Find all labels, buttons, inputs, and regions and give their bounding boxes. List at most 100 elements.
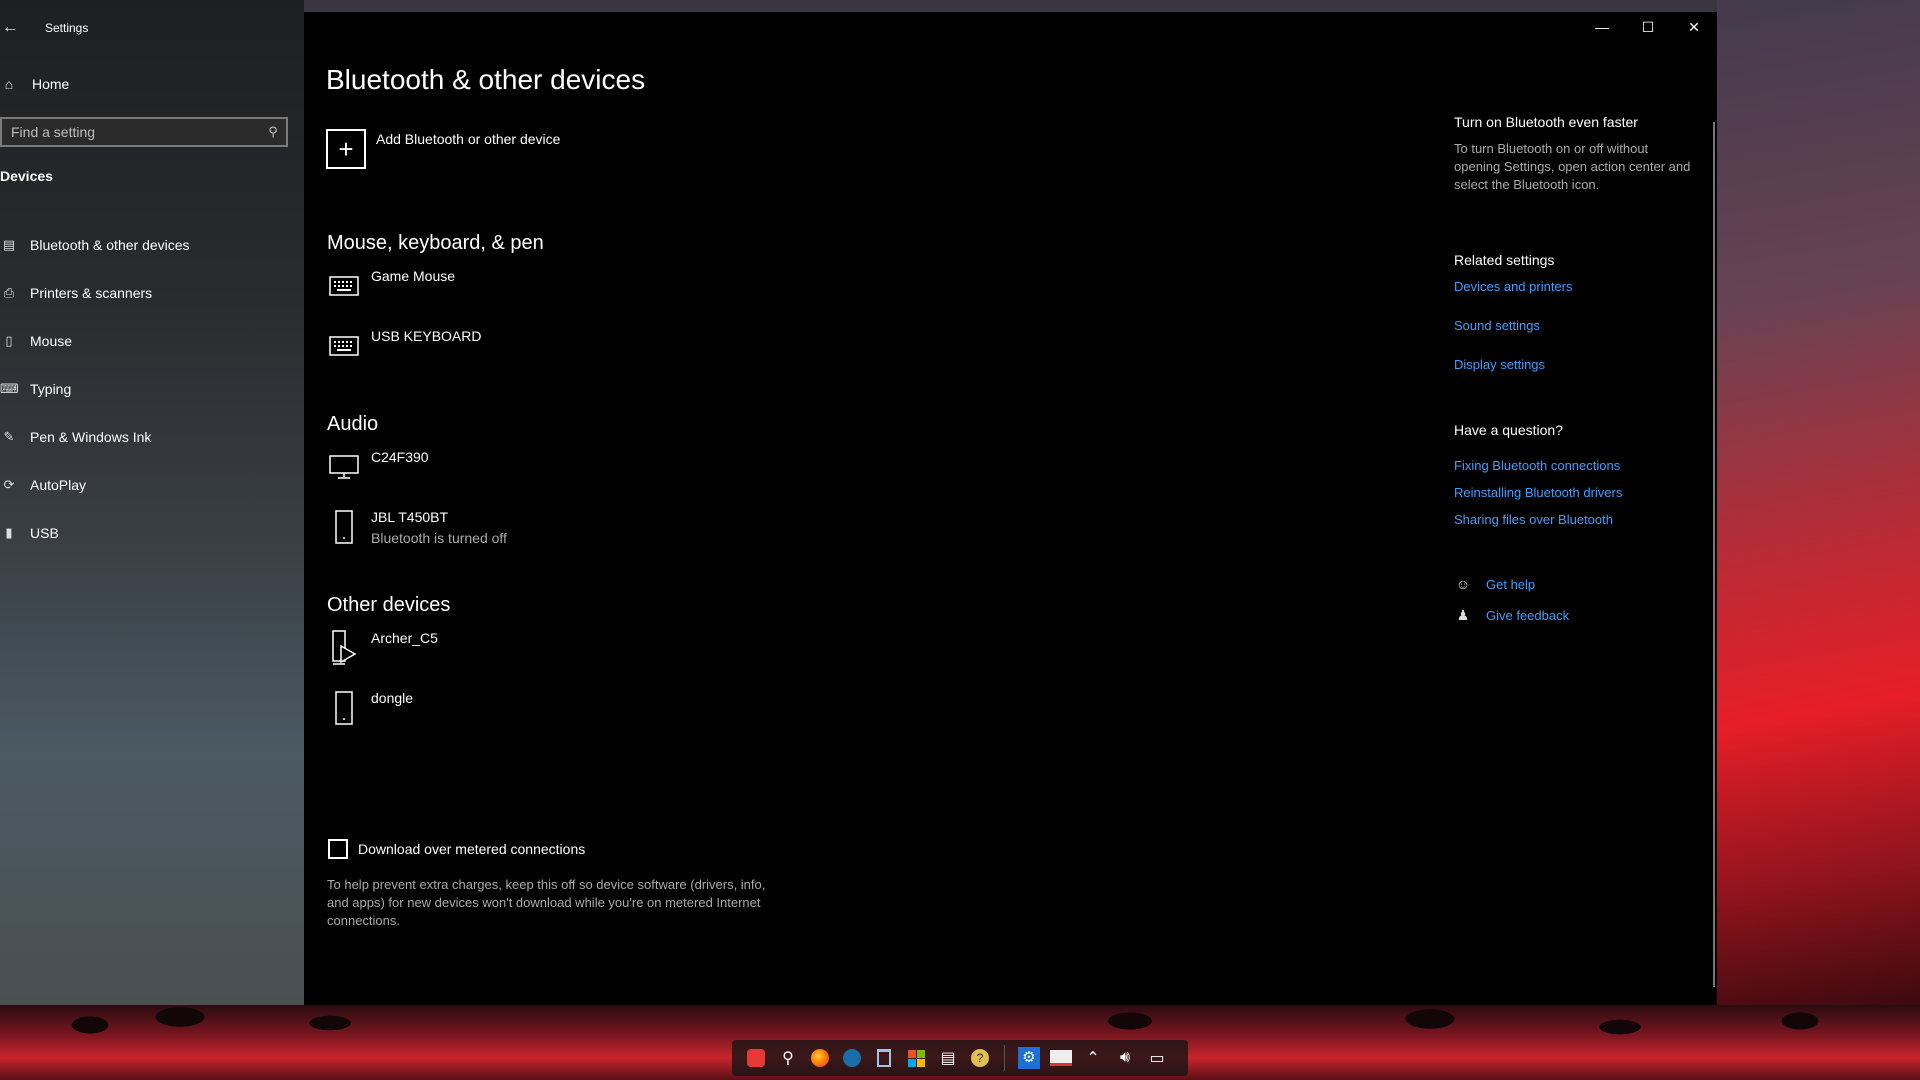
group-title-audio: Audio [327, 413, 379, 435]
home-icon: ⌂ [4, 76, 14, 92]
minimize-icon[interactable]: — [1579, 12, 1625, 42]
add-device-button[interactable]: + Add Bluetooth or other device [326, 129, 560, 169]
pen-icon: ✎ [3, 429, 15, 444]
keyboard-icon: ⌨ [0, 381, 19, 396]
sidebar-item-label: USB [30, 525, 59, 541]
sidebar-item-label: Bluetooth & other devices [30, 237, 190, 253]
sidebar-item-label: Typing [30, 381, 72, 397]
autoplay-icon: ⟳ [3, 477, 15, 492]
help-icon[interactable]: ? [964, 1042, 996, 1074]
home-nav[interactable]: ⌂ Home [0, 71, 70, 97]
metered-description: To help prevent extra charges, keep this… [327, 877, 766, 928]
settings-sidebar: ← Settings ⌂ Home ⚲ Devices ▤ Bluetooth … [0, 0, 304, 1005]
media-device-icon [326, 630, 362, 666]
phone-icon [326, 690, 362, 726]
usb-icon: ▮ [5, 525, 13, 540]
settings-icon[interactable]: ⚙ [1013, 1042, 1045, 1074]
device-jbl-t450bt[interactable]: JBL T450BT Bluetooth is turned off [326, 509, 507, 546]
sidebar-item-label: AutoPlay [30, 477, 87, 493]
action-center-icon[interactable]: ▭ [1141, 1042, 1173, 1074]
home-label: Home [32, 76, 70, 92]
metered-checkbox[interactable] [328, 839, 348, 859]
device-name: Archer_C5 [371, 630, 438, 646]
printer-icon: ⎙ [3, 285, 15, 300]
link-display-settings[interactable]: Display settings [1454, 357, 1545, 372]
app-title: Settings [45, 21, 89, 35]
maximize-icon[interactable]: ☐ [1625, 12, 1671, 42]
scrollbar[interactable] [1713, 122, 1715, 987]
link-fixing-bluetooth[interactable]: Fixing Bluetooth connections [1454, 458, 1620, 473]
search-input[interactable] [2, 124, 260, 140]
phone-icon [326, 509, 362, 545]
get-help-link[interactable]: Get help [1486, 577, 1535, 592]
taskbar: ⚲ ▤ ? ⚙ ⌃ 🔊︎ ▭ [732, 1040, 1188, 1076]
volume-icon[interactable]: 🔊︎ [1109, 1042, 1141, 1074]
window-icon[interactable] [1045, 1042, 1077, 1074]
sidebar-item-mouse[interactable]: ▯ Mouse [0, 317, 304, 365]
link-reinstalling-drivers[interactable]: Reinstalling Bluetooth drivers [1454, 485, 1622, 500]
give-feedback-row[interactable]: ♟ Give feedback [1454, 607, 1569, 624]
sidebar-item-label: Mouse [30, 333, 73, 349]
search-box[interactable]: ⚲ [0, 117, 288, 147]
device-archer-c5[interactable]: Archer_C5 [326, 630, 438, 666]
sidebar-item-bluetooth[interactable]: ▤ Bluetooth & other devices [0, 221, 304, 269]
device-name: C24F390 [371, 449, 429, 465]
faster-title: Turn on Bluetooth even faster [1454, 114, 1638, 130]
faster-text: To turn Bluetooth on or off without open… [1454, 141, 1691, 192]
wallpaper-right [1717, 0, 1920, 1005]
page-title: Bluetooth & other devices [326, 64, 646, 95]
bluetooth-icon: ▤ [2, 237, 16, 252]
title-row: ← Settings [0, 14, 304, 42]
device-c24f390[interactable]: C24F390 [326, 449, 429, 485]
monitor-icon [326, 449, 362, 485]
device-status: Bluetooth is turned off [371, 530, 507, 546]
recycle-bin-icon[interactable] [868, 1042, 900, 1074]
device-usb-keyboard[interactable]: USB KEYBOARD [326, 328, 481, 364]
notes-icon[interactable]: ▤ [932, 1042, 964, 1074]
device-name: dongle [371, 690, 414, 706]
related-title: Related settings [1454, 252, 1555, 268]
link-sound-settings[interactable]: Sound settings [1454, 318, 1540, 333]
mouse-icon: ▯ [5, 333, 13, 348]
question-title: Have a question? [1454, 422, 1563, 438]
keyboard-icon [326, 268, 362, 304]
chevron-up-icon[interactable]: ⌃ [1077, 1042, 1109, 1074]
get-help-row[interactable]: ☺ Get help [1454, 576, 1535, 592]
store-icon[interactable] [900, 1042, 932, 1074]
group-title-other: Other devices [327, 594, 451, 616]
sidebar-nav: ▤ Bluetooth & other devices ⎙ Printers &… [0, 221, 304, 557]
sidebar-item-typing[interactable]: ⌨ Typing [0, 365, 304, 413]
sidebar-item-autoplay[interactable]: ⟳ AutoPlay [0, 461, 304, 509]
device-dongle[interactable]: dongle [326, 690, 413, 726]
device-game-mouse[interactable]: Game Mouse [326, 268, 455, 304]
device-name: USB KEYBOARD [371, 328, 482, 344]
keyboard-icon [326, 328, 362, 364]
sidebar-item-usb[interactable]: ▮ USB [0, 509, 304, 557]
section-label: Devices [0, 168, 53, 184]
start-icon[interactable] [740, 1042, 772, 1074]
search-icon[interactable]: ⚲ [772, 1042, 804, 1074]
link-devices-printers[interactable]: Devices and printers [1454, 279, 1573, 294]
feedback-icon: ♟ [1456, 607, 1470, 623]
close-icon[interactable]: ✕ [1671, 12, 1717, 42]
sidebar-item-label: Pen & Windows Ink [30, 429, 152, 445]
metered-checkbox-row[interactable]: Download over metered connections [328, 839, 585, 859]
give-feedback-link[interactable]: Give feedback [1486, 608, 1569, 623]
settings-window: — ☐ ✕ Bluetooth & other devices + Add Bl… [304, 12, 1717, 1005]
link-sharing-files[interactable]: Sharing files over Bluetooth [1454, 512, 1613, 527]
firefox-icon[interactable] [804, 1042, 836, 1074]
search-icon[interactable]: ⚲ [260, 124, 286, 140]
steam-icon[interactable] [836, 1042, 868, 1074]
device-name: Game Mouse [371, 268, 456, 284]
sidebar-item-label: Printers & scanners [30, 285, 153, 301]
window-controls: — ☐ ✕ [1579, 12, 1717, 42]
taskbar-divider [1004, 1045, 1005, 1071]
plus-icon: + [326, 129, 366, 169]
back-arrow-icon[interactable]: ← [0, 14, 20, 42]
add-device-label: Add Bluetooth or other device [376, 131, 561, 147]
metered-label: Download over metered connections [358, 841, 586, 857]
sidebar-item-printers[interactable]: ⎙ Printers & scanners [0, 269, 304, 317]
sidebar-item-pen[interactable]: ✎ Pen & Windows Ink [0, 413, 304, 461]
device-name: JBL T450BT [371, 509, 449, 525]
group-title-input: Mouse, keyboard, & pen [327, 232, 544, 254]
